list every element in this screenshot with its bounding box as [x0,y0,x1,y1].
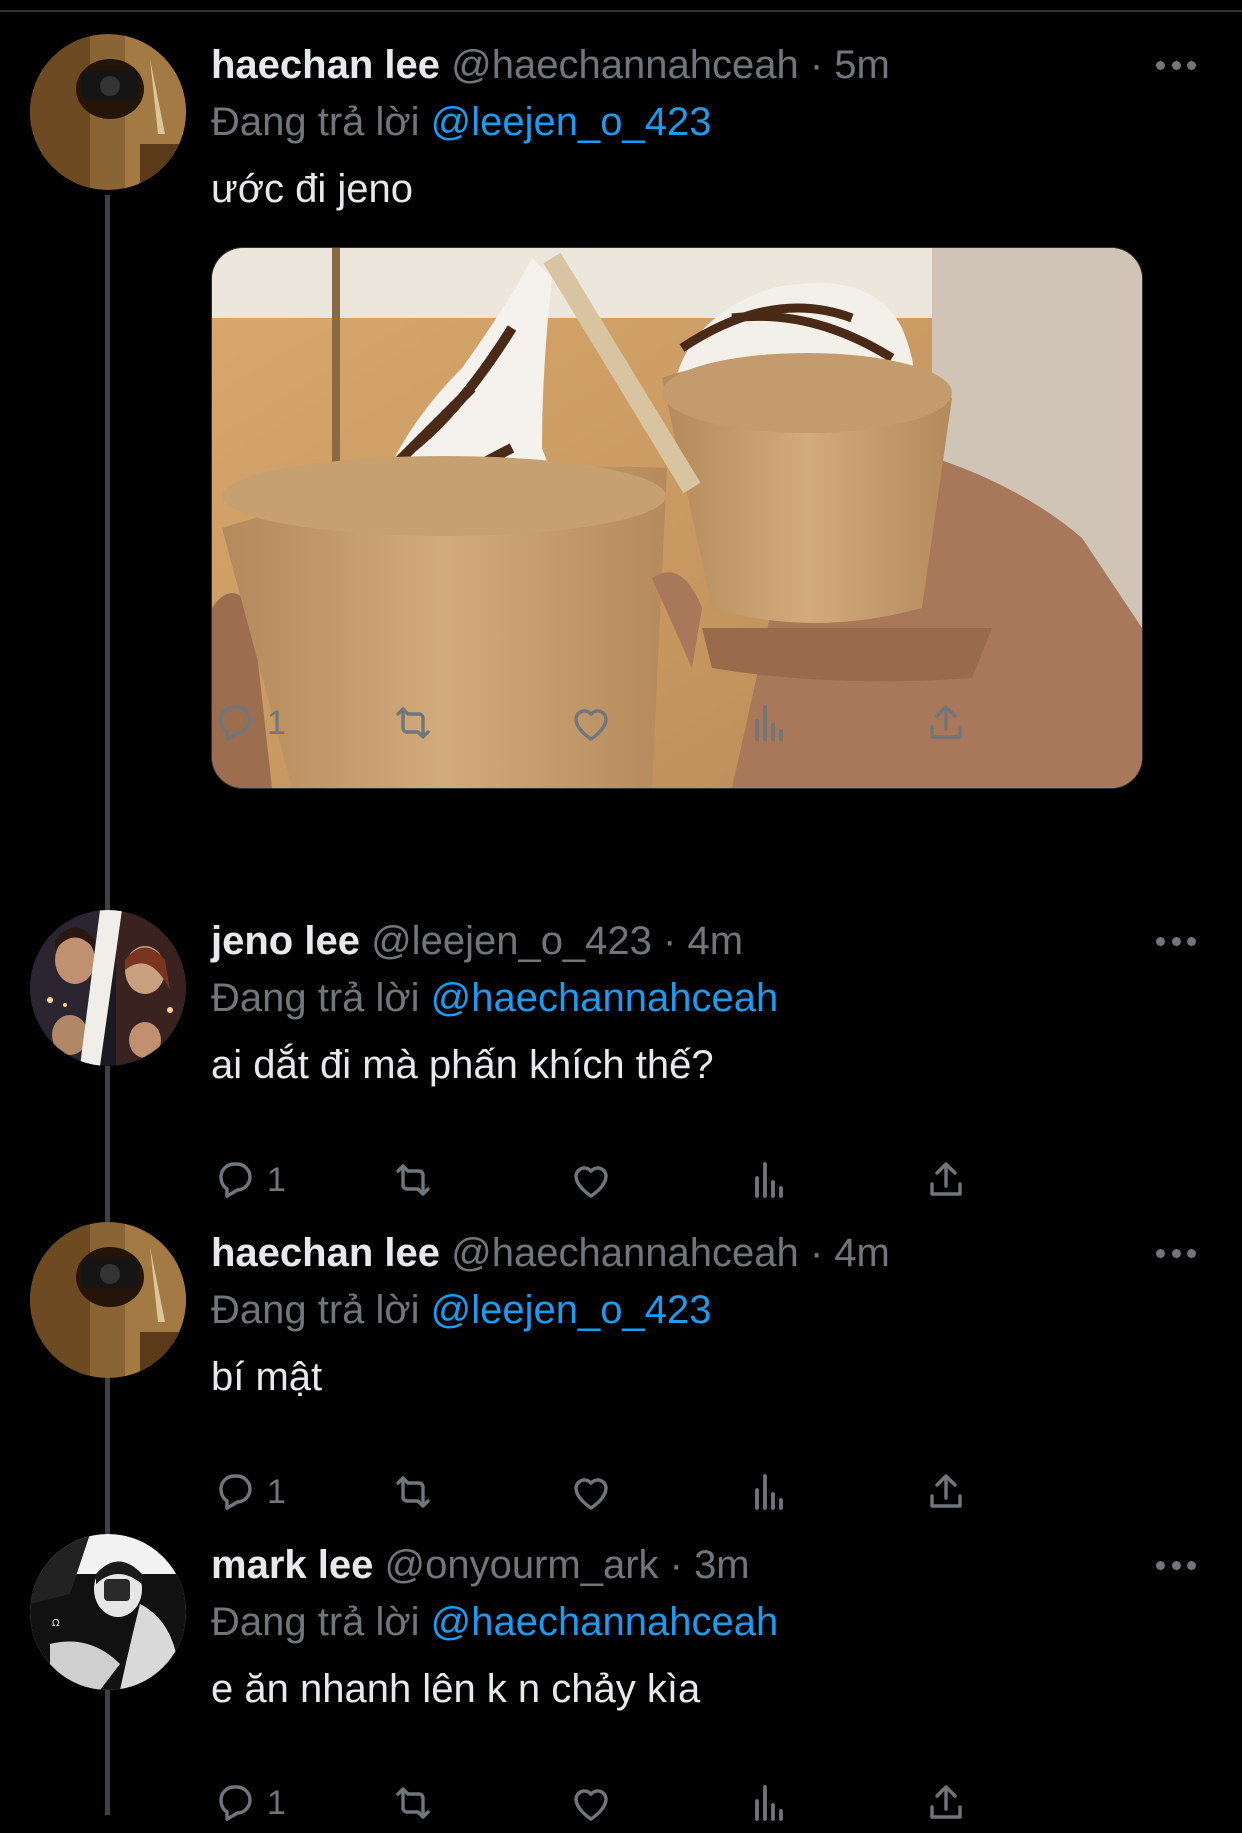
tweet-content: mark lee @onyourm_ark · 3m Đang trả lời … [211,1534,1202,1714]
reply-icon [219,705,252,741]
reply-count: 1 [267,703,286,742]
more-options-icon[interactable] [1156,1236,1196,1270]
views-button[interactable] [745,1462,793,1522]
like-button[interactable] [567,1773,615,1833]
share-icon [930,1474,962,1508]
user-handle[interactable]: @haechannahceah [451,43,799,87]
tweet-text: bí mật [211,1355,323,1399]
share-button[interactable] [922,1150,970,1210]
reply-count: 1 [267,1783,286,1822]
views-icon [755,1162,783,1198]
share-button[interactable] [922,693,970,753]
replying-to: Đang trả lời @leejen_o_423 [211,1284,1202,1336]
views-button[interactable] [745,1150,793,1210]
reply-prefix: Đang trả lời [211,1288,431,1332]
like-button[interactable] [567,1462,615,1522]
retweet-icon [396,707,430,739]
reply-mention[interactable]: @leejen_o_423 [431,1288,712,1332]
separator: · [651,919,688,963]
views-button[interactable] [745,1773,793,1833]
retweet-icon [396,1164,430,1196]
views-icon [755,1785,783,1821]
display-name[interactable]: haechan lee [211,43,440,87]
replying-to: Đang trả lời @haechannahceah [211,1596,1202,1648]
replying-to: Đang trả lời @haechannahceah [211,972,1202,1024]
reply-count: 1 [267,1472,286,1511]
reply-icon [219,1785,252,1821]
tweet-text: ai dắt đi mà phấn khích thế? [211,1043,714,1087]
top-divider [0,0,1242,12]
svg-text:Ω: Ω [52,1618,60,1629]
reply-button[interactable]: 1 [211,1150,286,1210]
views-button[interactable] [745,693,793,753]
avatar[interactable]: Ω [30,1534,186,1690]
retweet-button[interactable] [389,1462,437,1522]
like-icon [574,1789,608,1821]
tweet-text: e ăn nhanh lên k n chảy kìa [211,1667,701,1711]
share-button[interactable] [922,1773,970,1833]
separator: · [798,1231,835,1275]
more-options-icon[interactable] [1156,1548,1196,1582]
share-icon [930,1162,962,1196]
display-name[interactable]: jeno lee [211,919,360,963]
tweet-actions: 1 [211,1150,1111,1210]
reply-prefix: Đang trả lời [211,100,431,144]
replying-to: Đang trả lời @leejen_o_423 [211,96,1202,148]
tweet-header: mark lee @onyourm_ark · 3m [211,1534,1202,1596]
timestamp[interactable]: 4m [687,919,743,963]
separator: · [798,43,835,87]
views-icon [755,1474,783,1510]
more-options-icon[interactable] [1156,924,1196,958]
tweet-text: ước đi jeno [211,167,413,211]
reply-icon [219,1162,252,1198]
user-handle[interactable]: @onyourm_ark [384,1543,658,1587]
reply-button[interactable]: 1 [211,1773,286,1833]
retweet-button[interactable] [389,693,437,753]
tweet-content: jeno lee @leejen_o_423 · 4m Đang trả lời… [211,910,1202,1090]
like-icon [574,1166,608,1198]
reply-prefix: Đang trả lời [211,1600,431,1644]
tweet-header: haechan lee @haechannahceah · 4m [211,1222,1202,1284]
reply-mention[interactable]: @haechannahceah [431,1600,779,1644]
display-name[interactable]: haechan lee [211,1231,440,1275]
views-icon [755,705,783,741]
reply-icon [219,1474,252,1510]
user-handle[interactable]: @leejen_o_423 [371,919,652,963]
share-icon [930,1785,962,1819]
like-button[interactable] [567,693,615,753]
like-icon [574,1478,608,1510]
reply-mention[interactable]: @haechannahceah [431,976,779,1020]
retweet-icon [396,1476,430,1508]
reply-button[interactable]: 1 [211,1462,286,1522]
tweet-actions: 1 [211,1462,1111,1522]
timestamp[interactable]: 5m [834,43,890,87]
timestamp[interactable]: 3m [694,1543,750,1587]
like-button[interactable] [567,1150,615,1210]
reply-count: 1 [267,1160,286,1199]
separator: · [658,1543,695,1587]
avatar[interactable] [30,910,186,1066]
avatar[interactable] [30,34,186,190]
timestamp[interactable]: 4m [834,1231,890,1275]
tweet-actions: 1 [211,693,1111,753]
avatar[interactable] [30,1222,186,1378]
retweet-icon [396,1787,430,1819]
like-icon [574,709,608,741]
share-button[interactable] [922,1462,970,1522]
tweet-content: haechan lee @haechannahceah · 5m Đang tr… [211,34,1202,214]
tweet-header: jeno lee @leejen_o_423 · 4m [211,910,1202,972]
tweet-header: haechan lee @haechannahceah · 5m [211,34,1202,96]
reply-button[interactable]: 1 [211,693,286,753]
reply-prefix: Đang trả lời [211,976,431,1020]
tweet-actions: 1 [211,1773,1111,1833]
reply-mention[interactable]: @leejen_o_423 [431,100,712,144]
share-icon [930,705,962,739]
retweet-button[interactable] [389,1150,437,1210]
retweet-button[interactable] [389,1773,437,1833]
user-handle[interactable]: @haechannahceah [451,1231,799,1275]
display-name[interactable]: mark lee [211,1543,373,1587]
more-options-icon[interactable] [1156,48,1196,82]
tweet-content: haechan lee @haechannahceah · 4m Đang tr… [211,1222,1202,1402]
